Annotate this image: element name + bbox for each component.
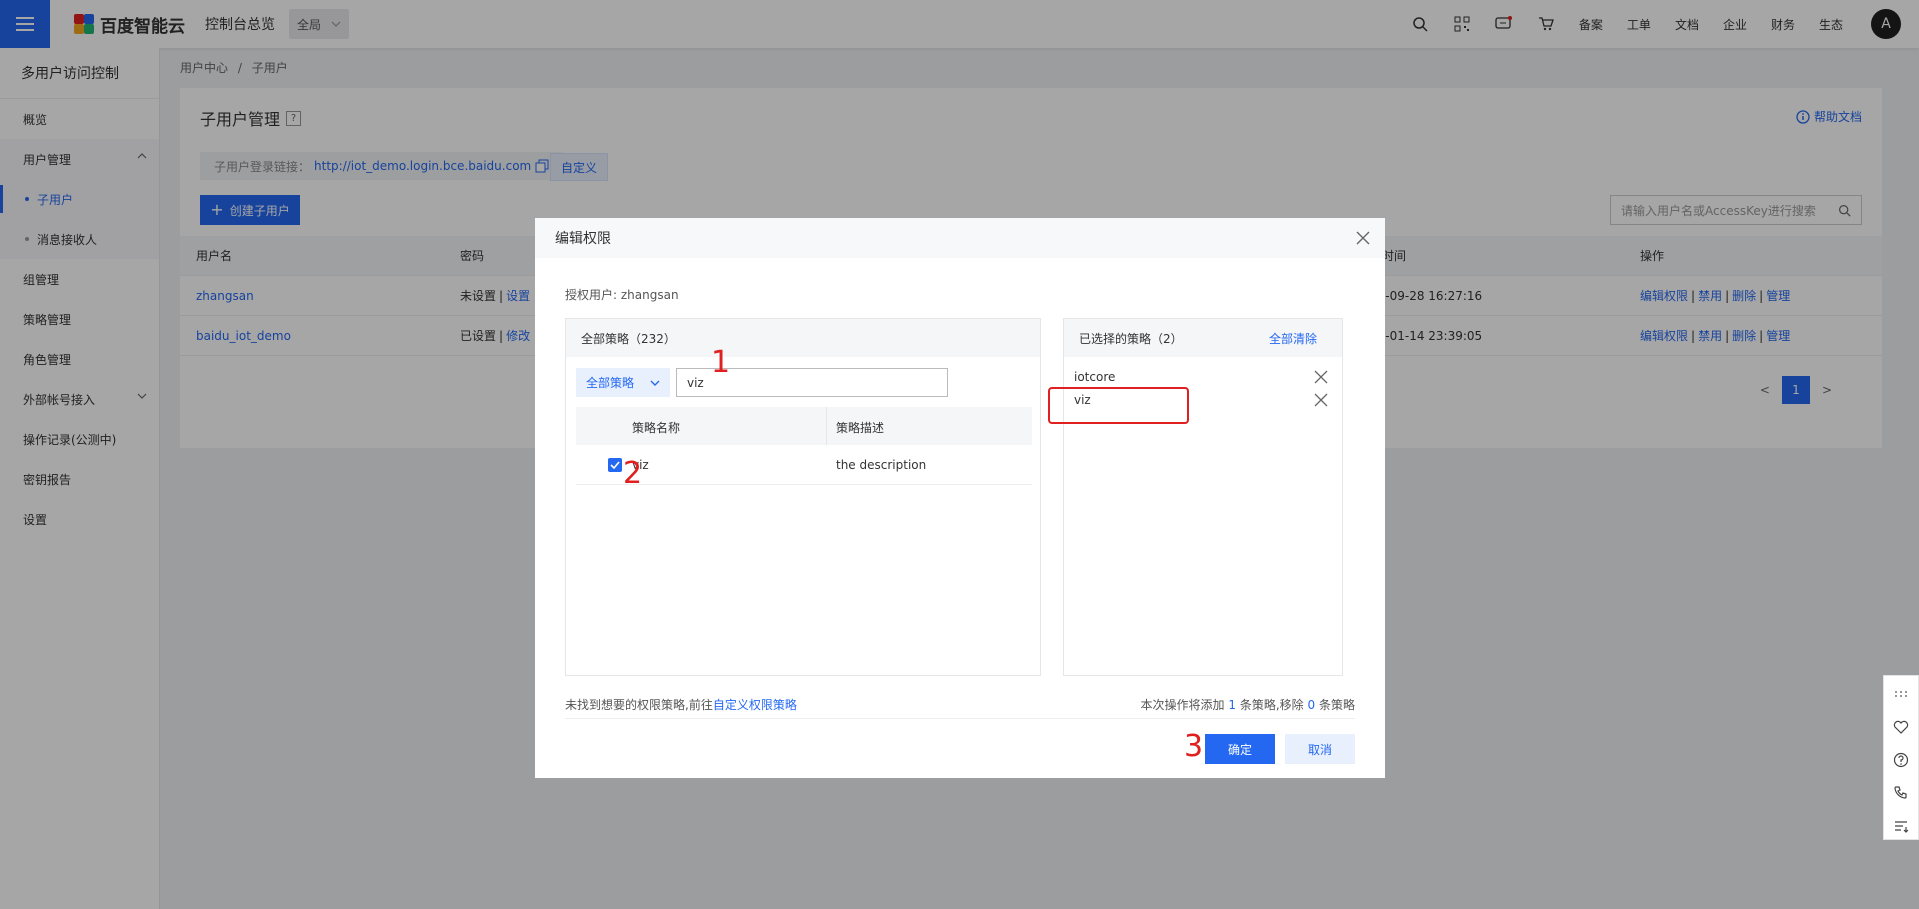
clear-all-link[interactable]: 全部清除	[1269, 330, 1317, 347]
feedback-heart-icon[interactable]	[1893, 719, 1909, 735]
drag-handle-icon[interactable]	[1893, 686, 1909, 702]
selected-policies-title: 已选择的策略（2）	[1079, 331, 1183, 346]
list-icon[interactable]	[1893, 818, 1909, 834]
close-icon[interactable]	[1355, 230, 1371, 246]
summary-middle: 条策略,移除	[1239, 698, 1304, 712]
summary-prefix: 本次操作将添加	[1140, 698, 1225, 712]
selected-policy-item: iotcore	[1074, 367, 1336, 387]
edit-permission-dialog: 编辑权限 授权用户: zhangsan 全部策略（232） 全部策略 viz 策…	[535, 218, 1385, 778]
annotation-step-2: 2	[623, 456, 643, 491]
annotation-step-3: 3	[1184, 729, 1204, 764]
remove-icon[interactable]	[1314, 370, 1328, 384]
confirm-button[interactable]: 确定	[1205, 734, 1275, 764]
policy-description: the description	[836, 458, 927, 472]
help-question-icon[interactable]	[1893, 752, 1909, 768]
selected-policies-header: 已选择的策略（2） 全部清除	[1064, 319, 1342, 357]
policy-table-header: 策略名称 策略描述	[576, 407, 1032, 445]
table-row[interactable]: viz the description	[576, 445, 1032, 485]
highlight-box	[1048, 387, 1189, 424]
cancel-button[interactable]: 取消	[1285, 734, 1355, 764]
phone-icon[interactable]	[1893, 785, 1909, 801]
selected-policy-name: iotcore	[1074, 370, 1116, 384]
policy-type-select[interactable]: 全部策略	[576, 368, 670, 397]
grant-user-label: 授权用户: zhangsan	[565, 288, 679, 302]
header-policy-desc: 策略描述	[836, 421, 885, 435]
all-policies-header: 全部策略（232）	[566, 319, 1040, 357]
header-policy-name: 策略名称	[632, 421, 681, 435]
custom-policy-link[interactable]: 自定义权限策略	[713, 698, 797, 712]
all-policies-title: 全部策略（232）	[581, 331, 676, 346]
dialog-header: 编辑权限	[535, 218, 1385, 258]
remove-icon[interactable]	[1314, 393, 1328, 407]
chevron-down-icon	[650, 380, 660, 386]
not-found-hint: 未找到想要的权限策略,前往自定义权限策略	[565, 696, 797, 713]
not-found-text: 未找到想要的权限策略,前往	[565, 698, 713, 712]
removed-count: 0	[1307, 698, 1316, 712]
change-summary: 本次操作将添加 1 条策略,移除 0 条策略	[1141, 696, 1355, 713]
checkmark-icon	[610, 461, 620, 469]
added-count: 1	[1228, 698, 1237, 712]
all-policies-panel: 全部策略（232） 全部策略 viz 策略名称 策略描述 viz the des…	[565, 318, 1041, 676]
policy-type-value: 全部策略	[586, 376, 635, 390]
policy-checkbox[interactable]	[608, 458, 622, 472]
policy-search-value: viz	[687, 375, 704, 390]
selected-policies-panel: 已选择的策略（2） 全部清除 iotcore viz	[1063, 318, 1343, 676]
annotation-step-1: 1	[711, 345, 731, 380]
floating-toolbar	[1883, 675, 1919, 840]
summary-suffix: 条策略	[1318, 698, 1355, 712]
dialog-title: 编辑权限	[555, 231, 611, 247]
